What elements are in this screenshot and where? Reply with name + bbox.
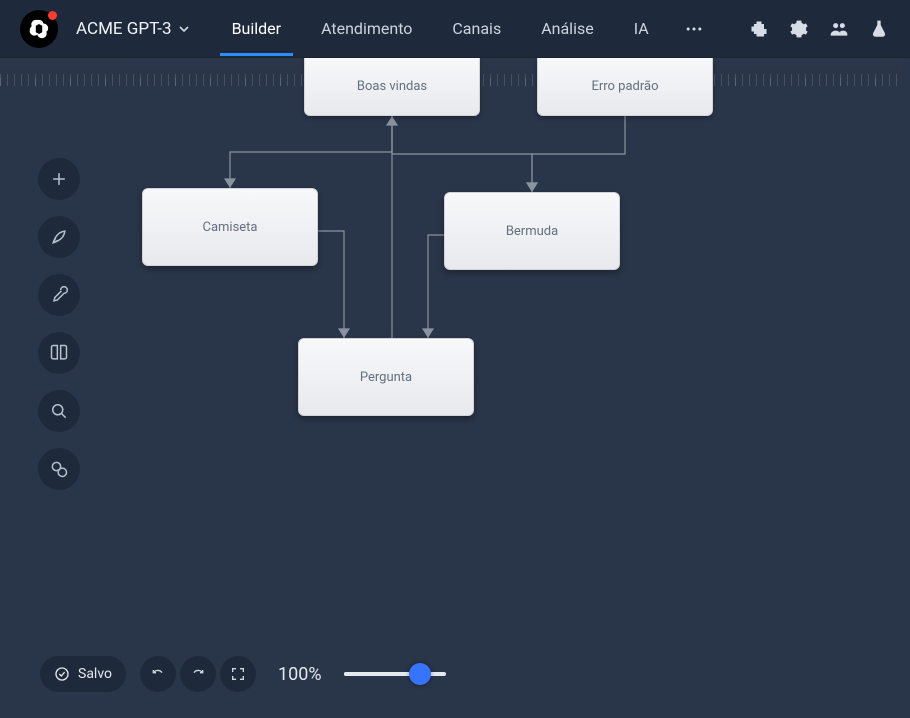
node-label: Camiseta — [202, 220, 257, 235]
redo-button[interactable] — [180, 656, 216, 692]
fit-view-button[interactable] — [220, 656, 256, 692]
check-circle-icon — [54, 666, 70, 682]
openai-icon — [28, 18, 50, 40]
variables-button[interactable] — [38, 448, 80, 490]
node-boas-vindas[interactable]: Boas vindas — [304, 58, 480, 116]
zoom-slider-thumb[interactable] — [409, 663, 431, 685]
publish-button[interactable] — [38, 216, 80, 258]
node-label: Pergunta — [360, 370, 412, 385]
zoom-slider[interactable] — [344, 672, 446, 676]
save-status[interactable]: Salvo — [40, 656, 126, 692]
flow-canvas[interactable]: Boas vindas Erro padrão Camiseta Bermuda… — [0, 58, 910, 716]
node-label: Bermuda — [506, 224, 558, 239]
tab-builder[interactable]: Builder — [230, 19, 284, 38]
node-label: Erro padrão — [591, 79, 658, 94]
docs-button[interactable] — [38, 332, 80, 374]
more-icon[interactable] — [683, 18, 705, 40]
node-camiseta[interactable]: Camiseta — [142, 188, 318, 266]
side-toolbar — [38, 158, 80, 490]
chevron-down-icon — [178, 23, 190, 35]
configure-button[interactable] — [38, 274, 80, 316]
bot-switcher[interactable]: ACME GPT-3 — [20, 10, 190, 48]
nav-tabs: Builder Atendimento Canais Análise IA — [230, 18, 705, 40]
node-label: Boas vindas — [357, 79, 427, 94]
node-erro-padrao[interactable]: Erro padrão — [537, 58, 713, 116]
node-pergunta[interactable]: Pergunta — [298, 338, 474, 416]
bottom-toolbar: Salvo 100% — [40, 656, 446, 692]
top-nav: ACME GPT-3 Builder Atendimento Canais An… — [0, 0, 910, 58]
extensions-icon[interactable] — [748, 18, 770, 40]
save-status-label: Salvo — [78, 666, 112, 682]
tab-atendimento[interactable]: Atendimento — [319, 19, 414, 38]
bot-name: ACME GPT-3 — [76, 19, 172, 39]
undo-button[interactable] — [140, 656, 176, 692]
search-button[interactable] — [38, 390, 80, 432]
notification-badge — [48, 11, 57, 20]
node-bermuda[interactable]: Bermuda — [444, 192, 620, 270]
tab-analise[interactable]: Análise — [539, 19, 596, 38]
tab-ia[interactable]: IA — [632, 19, 651, 38]
zoom-level: 100% — [278, 664, 322, 685]
tab-canais[interactable]: Canais — [450, 19, 503, 38]
team-icon[interactable] — [828, 18, 850, 40]
bot-logo — [20, 10, 58, 48]
lab-icon[interactable] — [868, 18, 890, 40]
add-node-button[interactable] — [38, 158, 80, 200]
settings-icon[interactable] — [788, 18, 810, 40]
